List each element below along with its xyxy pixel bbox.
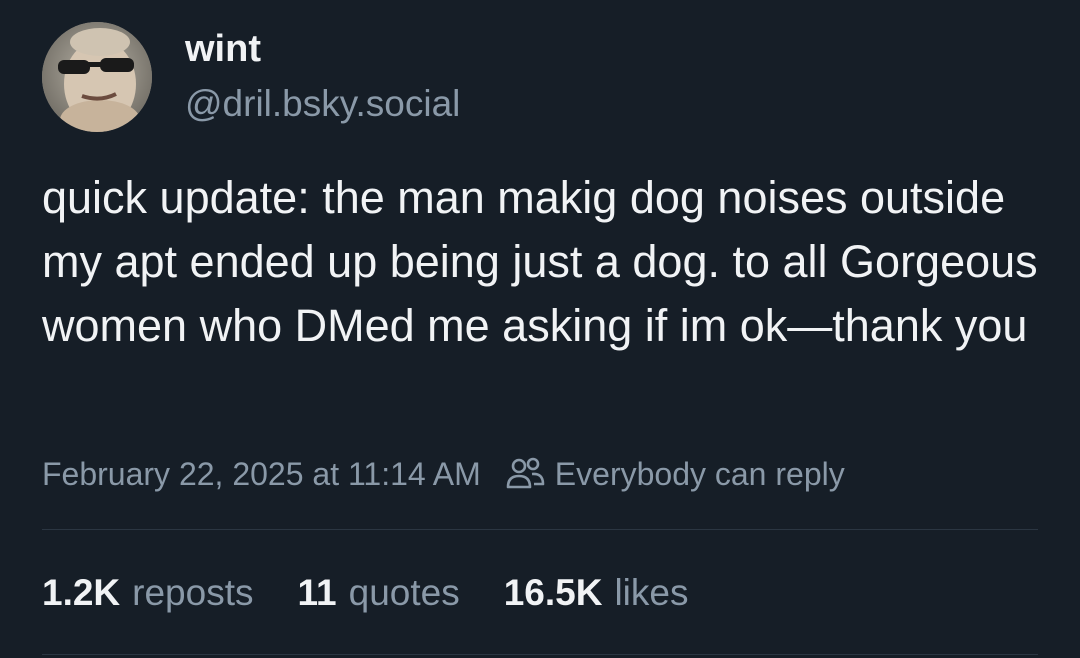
quotes-stat[interactable]: 11 quotes xyxy=(298,568,460,618)
likes-stat[interactable]: 16.5K likes xyxy=(504,568,689,618)
author-handle[interactable]: @dril.bsky.social xyxy=(185,79,460,129)
post-timestamp[interactable]: February 22, 2025 at 11:14 AM xyxy=(42,450,481,498)
author-names: wint @dril.bsky.social xyxy=(185,26,460,129)
author-display-name[interactable]: wint xyxy=(185,26,460,72)
post-stats: 1.2K reposts 11 quotes 16.5K likes xyxy=(42,568,732,618)
reposts-count: 1.2K xyxy=(42,572,121,613)
reposts-stat[interactable]: 1.2K reposts xyxy=(42,568,254,618)
quotes-count: 11 xyxy=(297,572,337,613)
divider xyxy=(42,529,1038,530)
people-icon xyxy=(505,456,547,492)
avatar[interactable] xyxy=(42,22,152,132)
user-avatar-image xyxy=(42,22,152,132)
quotes-label: quotes xyxy=(348,572,460,613)
post-text: quick update: the man makig dog noises o… xyxy=(42,172,1038,351)
post-header: wint @dril.bsky.social xyxy=(42,22,460,132)
reply-setting[interactable]: Everybody can reply xyxy=(505,450,845,498)
reposts-label: reposts xyxy=(132,572,254,613)
reply-setting-label: Everybody can reply xyxy=(554,456,845,492)
post-thread-item: wint @dril.bsky.social quick update: the… xyxy=(0,0,1080,658)
likes-count: 16.5K xyxy=(503,572,603,613)
post-meta: February 22, 2025 at 11:14 AM Everybody … xyxy=(42,450,845,498)
likes-label: likes xyxy=(614,572,689,613)
divider-bottom xyxy=(42,654,1038,655)
